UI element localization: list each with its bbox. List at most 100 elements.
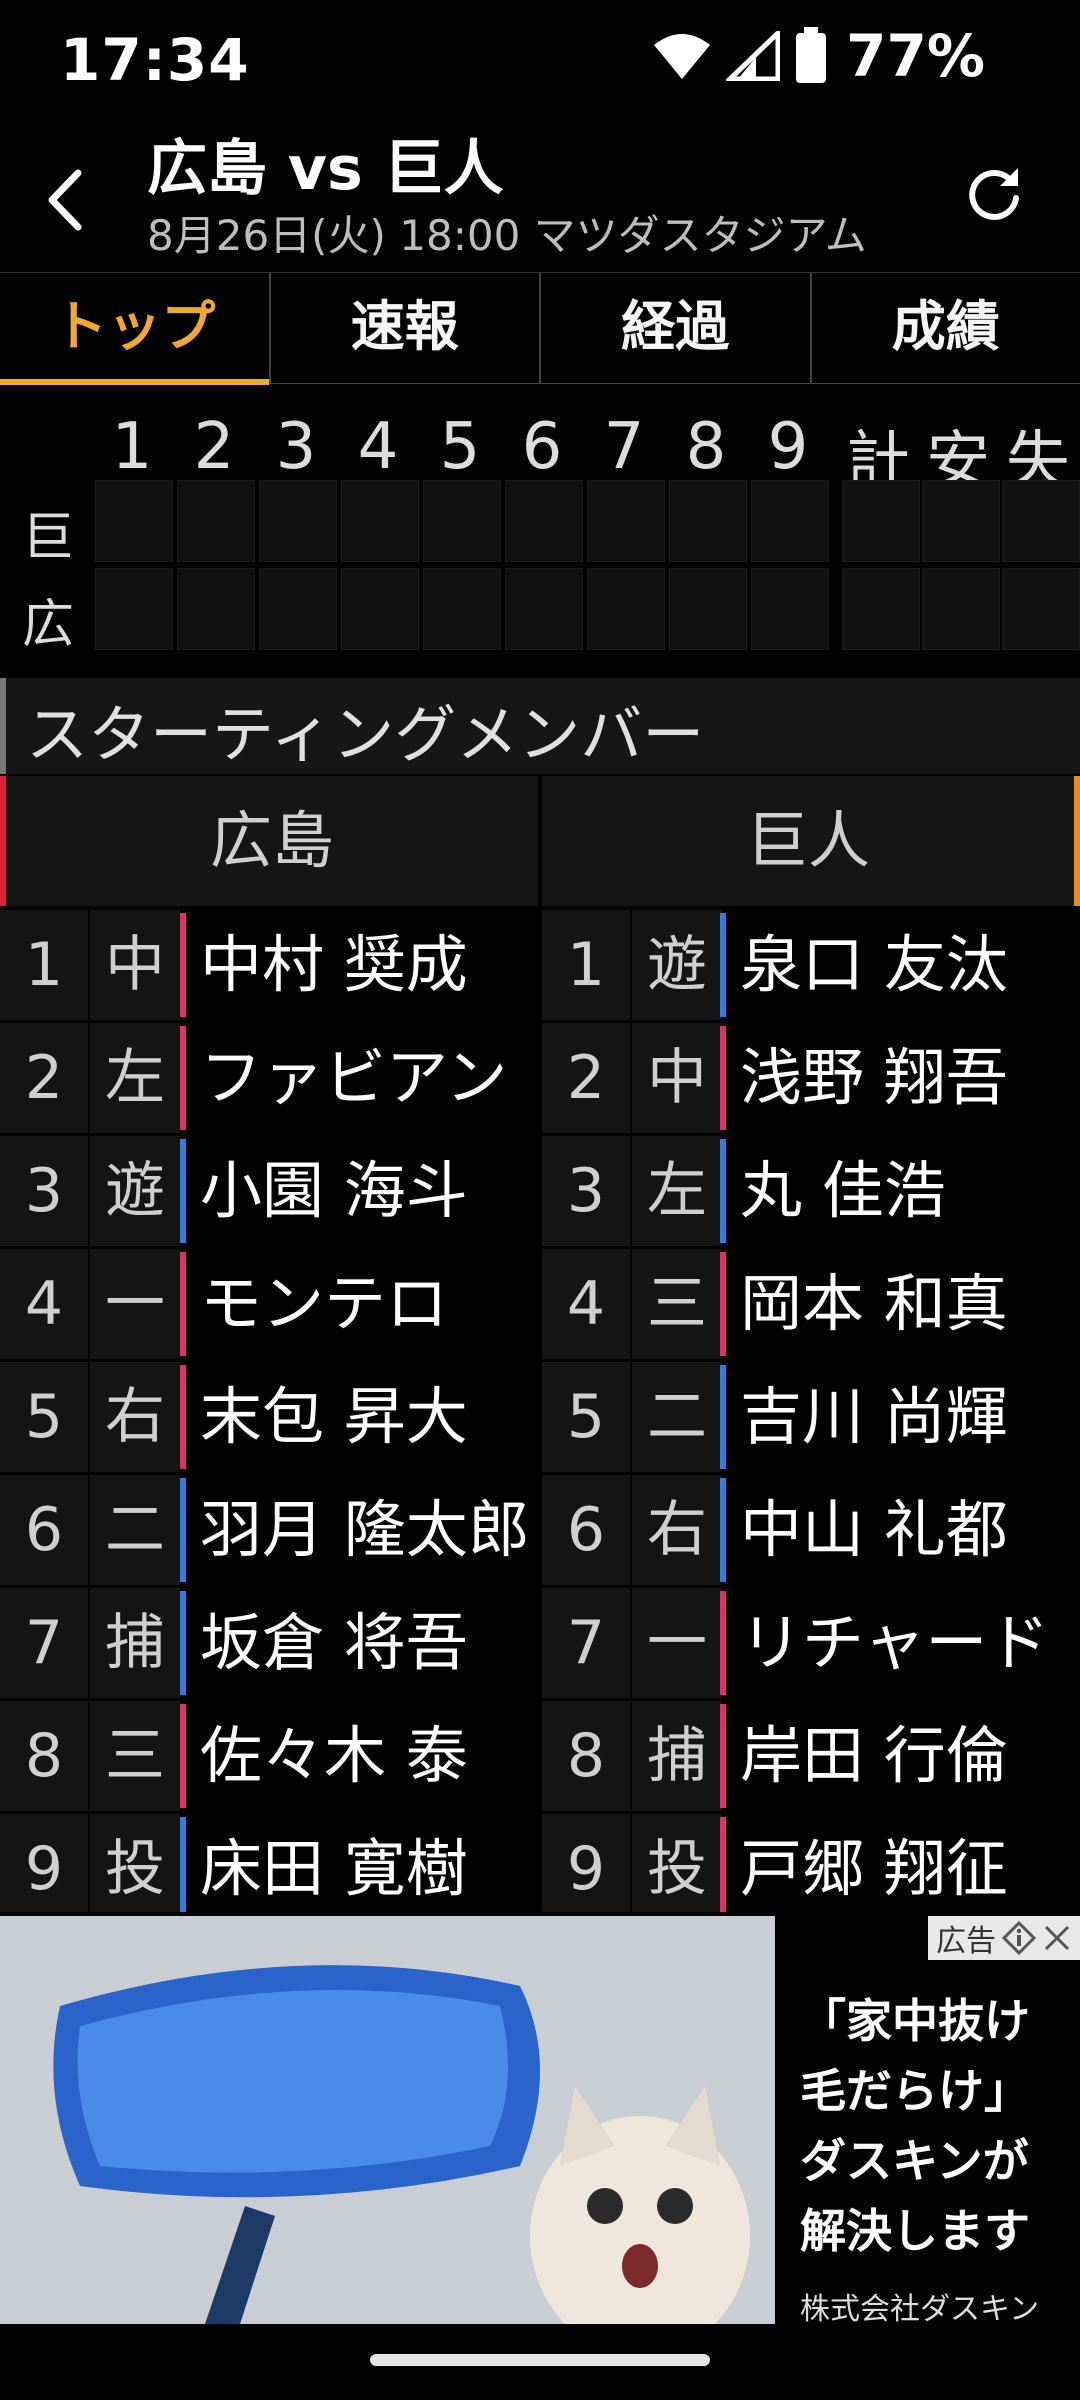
tab-progress[interactable]: 経過 — [541, 273, 812, 383]
away-batting-order: 4 — [542, 1249, 630, 1359]
inning-6-header: 6 — [521, 410, 563, 484]
home-team-header: 広島 — [0, 776, 538, 906]
home-batting-order: 2 — [0, 1023, 88, 1133]
home-batting-order: 7 — [0, 1588, 88, 1698]
home-score-cell — [505, 568, 583, 650]
status-time: 17:34 — [60, 26, 250, 94]
home-player-name[interactable]: 末包 昇大 — [186, 1362, 538, 1472]
home-score-cell — [341, 568, 419, 650]
home-score-cell — [177, 568, 255, 650]
away-score-cell — [751, 480, 829, 562]
ad-label: 広告 — [936, 1924, 996, 1959]
ad-message-line: ダスキンが — [800, 2134, 1029, 2188]
inning-4-header: 4 — [357, 410, 399, 484]
tab-bar: トップ 速報 経過 成績 — [0, 272, 1080, 385]
home-position: 遊 — [90, 1136, 180, 1246]
inning-8-header: 8 — [685, 410, 727, 484]
info-icon[interactable] — [1002, 1921, 1036, 1955]
away-score-cell — [922, 480, 1000, 562]
ad-banner[interactable]: 広告 「家中抜け 毛だらけ」 ダスキンが 解決します 株式会社ダスキン — [0, 1916, 1080, 2327]
home-batting-order: 4 — [0, 1249, 88, 1359]
lineup-row: 8 三佐々木 泰 8 捕岸田 行倫 — [0, 1701, 1080, 1811]
home-score-cell — [669, 568, 747, 650]
inning-5-header: 5 — [439, 410, 481, 484]
away-batting-order: 8 — [542, 1701, 630, 1811]
ad-text-panel: 広告 「家中抜け 毛だらけ」 ダスキンが 解決します 株式会社ダスキン — [775, 1916, 1080, 2327]
away-player-name[interactable]: 中山 礼都 — [726, 1475, 1080, 1585]
battery-icon — [796, 27, 827, 83]
away-score-cell — [177, 480, 255, 562]
back-arrow-icon[interactable] — [40, 165, 90, 235]
section-starting-members: スターティングメンバー — [0, 678, 1080, 774]
home-position: 投 — [90, 1814, 180, 1912]
away-player-name[interactable]: 丸 佳浩 — [726, 1136, 1080, 1246]
home-player-name[interactable]: 床田 寛樹 — [186, 1814, 538, 1912]
lineup-table: 1 中中村 奨成 1 遊泉口 友汰 2 左ファビアン 2 中浅野 翔吾 3 遊小園 海斗 3 左丸 佳… — [0, 910, 1080, 1912]
lineup-row: 3 遊小園 海斗 3 左丸 佳浩 — [0, 1136, 1080, 1246]
home-score-cell — [751, 568, 829, 650]
home-batting-order: 6 — [0, 1475, 88, 1585]
away-player-name[interactable]: 戸郷 翔征 — [726, 1814, 1080, 1912]
home-score-cell — [922, 568, 1000, 650]
away-team-header: 巨人 — [542, 776, 1080, 906]
away-score-cell — [423, 480, 501, 562]
away-player-name[interactable]: 泉口 友汰 — [726, 910, 1080, 1020]
home-player-name[interactable]: モンテロ — [186, 1249, 538, 1359]
status-icons: 77% — [652, 22, 985, 90]
home-player-name[interactable]: 坂倉 将吾 — [186, 1588, 538, 1698]
away-position: 中 — [632, 1023, 722, 1133]
away-player-name[interactable]: 岸田 行倫 — [726, 1701, 1080, 1811]
away-score-cell — [259, 480, 337, 562]
home-player-name[interactable]: 小園 海斗 — [186, 1136, 538, 1246]
home-batting-order: 5 — [0, 1362, 88, 1472]
away-position: 三 — [632, 1249, 722, 1359]
battery-level: 77% — [846, 22, 985, 90]
home-batting-order: 1 — [0, 910, 88, 1020]
away-score-cell — [95, 480, 173, 562]
ad-badge[interactable]: 広告 — [928, 1916, 1080, 1960]
away-position: 捕 — [632, 1701, 722, 1811]
away-position: 遊 — [632, 910, 722, 1020]
tab-stats[interactable]: 成績 — [812, 273, 1080, 383]
home-gesture-handle[interactable] — [370, 2354, 710, 2366]
home-score-cell — [95, 568, 173, 650]
home-player-name[interactable]: 佐々木 泰 — [186, 1701, 538, 1811]
game-info: 8月26日(火) 18:00 マツダスタジアム — [147, 211, 867, 260]
ad-company: 株式会社ダスキン — [800, 2292, 1040, 2327]
home-position: 右 — [90, 1362, 180, 1472]
home-position: 一 — [90, 1249, 180, 1359]
refresh-icon[interactable] — [962, 162, 1026, 226]
ad-message-line: 毛だらけ」 — [800, 2064, 1030, 2118]
away-player-name[interactable]: 吉川 尚輝 — [726, 1362, 1080, 1472]
inning-1-header: 1 — [111, 410, 153, 484]
home-position: 二 — [90, 1475, 180, 1585]
ad-message-line: 「家中抜け — [800, 1994, 1030, 2048]
tab-live[interactable]: 速報 — [271, 273, 541, 383]
inning-2-header: 2 — [193, 410, 235, 484]
away-player-name[interactable]: 岡本 和真 — [726, 1249, 1080, 1359]
away-score-cell — [1002, 480, 1080, 562]
away-player-name[interactable]: 浅野 翔吾 — [726, 1023, 1080, 1133]
home-player-name[interactable]: ファビアン — [186, 1023, 538, 1133]
home-batting-order: 3 — [0, 1136, 88, 1246]
away-player-name[interactable]: リチャード — [726, 1588, 1080, 1698]
home-player-name[interactable]: 中村 奨成 — [186, 910, 538, 1020]
away-score-cell — [587, 480, 665, 562]
lineup-row: 2 左ファビアン 2 中浅野 翔吾 — [0, 1023, 1080, 1133]
away-score-cell — [341, 480, 419, 562]
away-batting-order: 9 — [542, 1814, 630, 1912]
lineup-row: 4 一モンテロ 4 三岡本 和真 — [0, 1249, 1080, 1359]
lineup-row: 5 右末包 昇大 5 二吉川 尚輝 — [0, 1362, 1080, 1472]
game-header: 広島 vs 巨人 8月26日(火) 18:00 マツダスタジアム — [0, 120, 1080, 270]
scoreboard: 1 2 3 4 5 6 7 8 9 計 安 失 巨 広 — [0, 400, 1080, 660]
tab-top[interactable]: トップ — [0, 273, 271, 385]
home-position: 捕 — [90, 1588, 180, 1698]
home-player-name[interactable]: 羽月 隆太郎 — [186, 1475, 538, 1585]
lineup-row: 1 中中村 奨成 1 遊泉口 友汰 — [0, 910, 1080, 1020]
close-icon[interactable] — [1042, 1923, 1072, 1953]
home-batting-order: 8 — [0, 1701, 88, 1811]
inning-3-header: 3 — [275, 410, 317, 484]
ad-image — [0, 1916, 775, 2324]
ad-message: 「家中抜け 毛だらけ」 ダスキンが 解決します — [800, 1986, 1030, 2266]
away-batting-order: 6 — [542, 1475, 630, 1585]
